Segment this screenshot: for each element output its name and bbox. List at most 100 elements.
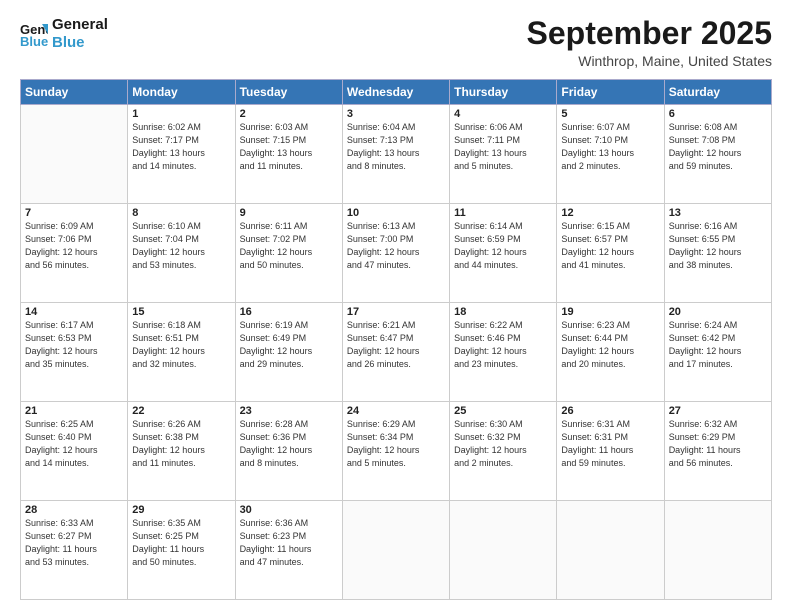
cell-info: Sunrise: 6:25 AM Sunset: 6:40 PM Dayligh… <box>25 418 123 470</box>
cell-info: Sunrise: 6:08 AM Sunset: 7:08 PM Dayligh… <box>669 121 767 173</box>
day-number: 3 <box>347 108 445 120</box>
calendar-cell: 26Sunrise: 6:31 AM Sunset: 6:31 PM Dayli… <box>557 402 664 501</box>
calendar-cell: 8Sunrise: 6:10 AM Sunset: 7:04 PM Daylig… <box>128 204 235 303</box>
svg-text:Blue: Blue <box>20 34 48 48</box>
calendar-cell: 23Sunrise: 6:28 AM Sunset: 6:36 PM Dayli… <box>235 402 342 501</box>
col-header-monday: Monday <box>128 80 235 105</box>
cell-info: Sunrise: 6:10 AM Sunset: 7:04 PM Dayligh… <box>132 220 230 272</box>
cell-info: Sunrise: 6:35 AM Sunset: 6:25 PM Dayligh… <box>132 517 230 569</box>
logo: General Blue General Blue <box>20 16 108 52</box>
cell-info: Sunrise: 6:17 AM Sunset: 6:53 PM Dayligh… <box>25 319 123 371</box>
day-number: 21 <box>25 405 123 417</box>
day-number: 20 <box>669 306 767 318</box>
calendar-header-row: SundayMondayTuesdayWednesdayThursdayFrid… <box>21 80 772 105</box>
calendar-cell: 28Sunrise: 6:33 AM Sunset: 6:27 PM Dayli… <box>21 501 128 600</box>
cell-info: Sunrise: 6:04 AM Sunset: 7:13 PM Dayligh… <box>347 121 445 173</box>
cell-info: Sunrise: 6:23 AM Sunset: 6:44 PM Dayligh… <box>561 319 659 371</box>
cell-info: Sunrise: 6:16 AM Sunset: 6:55 PM Dayligh… <box>669 220 767 272</box>
calendar-cell: 20Sunrise: 6:24 AM Sunset: 6:42 PM Dayli… <box>664 303 771 402</box>
day-number: 8 <box>132 207 230 219</box>
week-row-4: 21Sunrise: 6:25 AM Sunset: 6:40 PM Dayli… <box>21 402 772 501</box>
day-number: 19 <box>561 306 659 318</box>
day-number: 18 <box>454 306 552 318</box>
cell-info: Sunrise: 6:26 AM Sunset: 6:38 PM Dayligh… <box>132 418 230 470</box>
logo-icon: General Blue <box>20 20 48 48</box>
day-number: 12 <box>561 207 659 219</box>
cell-info: Sunrise: 6:18 AM Sunset: 6:51 PM Dayligh… <box>132 319 230 371</box>
day-number: 29 <box>132 504 230 516</box>
col-header-friday: Friday <box>557 80 664 105</box>
calendar-cell: 3Sunrise: 6:04 AM Sunset: 7:13 PM Daylig… <box>342 105 449 204</box>
cell-info: Sunrise: 6:32 AM Sunset: 6:29 PM Dayligh… <box>669 418 767 470</box>
logo-line2: Blue <box>52 34 108 52</box>
calendar-cell: 9Sunrise: 6:11 AM Sunset: 7:02 PM Daylig… <box>235 204 342 303</box>
cell-info: Sunrise: 6:09 AM Sunset: 7:06 PM Dayligh… <box>25 220 123 272</box>
calendar-cell: 5Sunrise: 6:07 AM Sunset: 7:10 PM Daylig… <box>557 105 664 204</box>
header: General Blue General Blue September 2025… <box>20 16 772 69</box>
cell-info: Sunrise: 6:30 AM Sunset: 6:32 PM Dayligh… <box>454 418 552 470</box>
calendar-cell: 21Sunrise: 6:25 AM Sunset: 6:40 PM Dayli… <box>21 402 128 501</box>
cell-info: Sunrise: 6:06 AM Sunset: 7:11 PM Dayligh… <box>454 121 552 173</box>
cell-info: Sunrise: 6:14 AM Sunset: 6:59 PM Dayligh… <box>454 220 552 272</box>
cell-info: Sunrise: 6:11 AM Sunset: 7:02 PM Dayligh… <box>240 220 338 272</box>
day-number: 17 <box>347 306 445 318</box>
col-header-saturday: Saturday <box>664 80 771 105</box>
calendar-cell <box>21 105 128 204</box>
cell-info: Sunrise: 6:03 AM Sunset: 7:15 PM Dayligh… <box>240 121 338 173</box>
cell-info: Sunrise: 6:02 AM Sunset: 7:17 PM Dayligh… <box>132 121 230 173</box>
day-number: 28 <box>25 504 123 516</box>
day-number: 13 <box>669 207 767 219</box>
col-header-tuesday: Tuesday <box>235 80 342 105</box>
calendar-cell <box>664 501 771 600</box>
calendar-cell: 11Sunrise: 6:14 AM Sunset: 6:59 PM Dayli… <box>450 204 557 303</box>
cell-info: Sunrise: 6:29 AM Sunset: 6:34 PM Dayligh… <box>347 418 445 470</box>
calendar-cell <box>342 501 449 600</box>
day-number: 22 <box>132 405 230 417</box>
calendar-cell: 30Sunrise: 6:36 AM Sunset: 6:23 PM Dayli… <box>235 501 342 600</box>
calendar-cell: 10Sunrise: 6:13 AM Sunset: 7:00 PM Dayli… <box>342 204 449 303</box>
day-number: 4 <box>454 108 552 120</box>
cell-info: Sunrise: 6:13 AM Sunset: 7:00 PM Dayligh… <box>347 220 445 272</box>
day-number: 30 <box>240 504 338 516</box>
day-number: 14 <box>25 306 123 318</box>
title-block: September 2025 Winthrop, Maine, United S… <box>527 16 772 69</box>
week-row-2: 7Sunrise: 6:09 AM Sunset: 7:06 PM Daylig… <box>21 204 772 303</box>
day-number: 1 <box>132 108 230 120</box>
day-number: 7 <box>25 207 123 219</box>
month-title: September 2025 <box>527 16 772 51</box>
cell-info: Sunrise: 6:33 AM Sunset: 6:27 PM Dayligh… <box>25 517 123 569</box>
calendar-cell: 2Sunrise: 6:03 AM Sunset: 7:15 PM Daylig… <box>235 105 342 204</box>
calendar-cell: 6Sunrise: 6:08 AM Sunset: 7:08 PM Daylig… <box>664 105 771 204</box>
calendar-cell: 14Sunrise: 6:17 AM Sunset: 6:53 PM Dayli… <box>21 303 128 402</box>
day-number: 25 <box>454 405 552 417</box>
week-row-5: 28Sunrise: 6:33 AM Sunset: 6:27 PM Dayli… <box>21 501 772 600</box>
calendar-cell <box>557 501 664 600</box>
col-header-sunday: Sunday <box>21 80 128 105</box>
day-number: 27 <box>669 405 767 417</box>
day-number: 26 <box>561 405 659 417</box>
calendar-cell: 25Sunrise: 6:30 AM Sunset: 6:32 PM Dayli… <box>450 402 557 501</box>
calendar-cell: 15Sunrise: 6:18 AM Sunset: 6:51 PM Dayli… <box>128 303 235 402</box>
location: Winthrop, Maine, United States <box>527 53 772 69</box>
day-number: 11 <box>454 207 552 219</box>
calendar-cell: 16Sunrise: 6:19 AM Sunset: 6:49 PM Dayli… <box>235 303 342 402</box>
day-number: 10 <box>347 207 445 219</box>
day-number: 15 <box>132 306 230 318</box>
day-number: 5 <box>561 108 659 120</box>
calendar-cell <box>450 501 557 600</box>
calendar-cell: 24Sunrise: 6:29 AM Sunset: 6:34 PM Dayli… <box>342 402 449 501</box>
calendar-cell: 18Sunrise: 6:22 AM Sunset: 6:46 PM Dayli… <box>450 303 557 402</box>
calendar-cell: 13Sunrise: 6:16 AM Sunset: 6:55 PM Dayli… <box>664 204 771 303</box>
cell-info: Sunrise: 6:28 AM Sunset: 6:36 PM Dayligh… <box>240 418 338 470</box>
day-number: 6 <box>669 108 767 120</box>
calendar-cell: 7Sunrise: 6:09 AM Sunset: 7:06 PM Daylig… <box>21 204 128 303</box>
cell-info: Sunrise: 6:19 AM Sunset: 6:49 PM Dayligh… <box>240 319 338 371</box>
col-header-wednesday: Wednesday <box>342 80 449 105</box>
day-number: 9 <box>240 207 338 219</box>
cell-info: Sunrise: 6:22 AM Sunset: 6:46 PM Dayligh… <box>454 319 552 371</box>
calendar-cell: 17Sunrise: 6:21 AM Sunset: 6:47 PM Dayli… <box>342 303 449 402</box>
day-number: 23 <box>240 405 338 417</box>
cell-info: Sunrise: 6:36 AM Sunset: 6:23 PM Dayligh… <box>240 517 338 569</box>
calendar-cell: 29Sunrise: 6:35 AM Sunset: 6:25 PM Dayli… <box>128 501 235 600</box>
calendar-table: SundayMondayTuesdayWednesdayThursdayFrid… <box>20 79 772 600</box>
